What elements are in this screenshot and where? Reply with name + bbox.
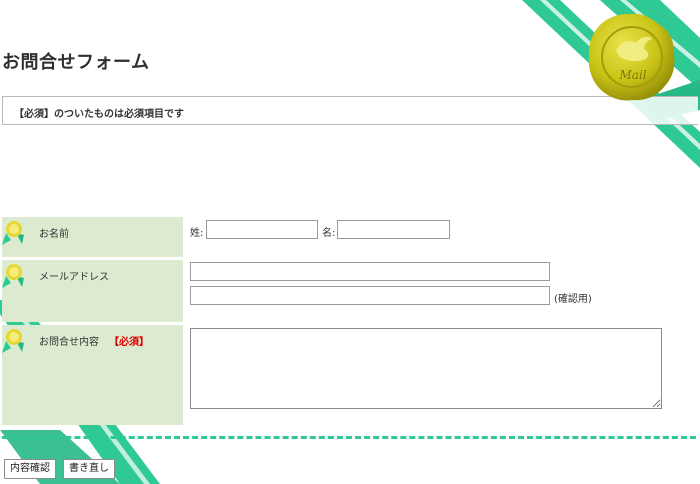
rosette-icon <box>2 329 24 353</box>
label-email: メールアドレス <box>39 272 109 283</box>
rosette-icon <box>2 264 24 288</box>
rosette-icon <box>2 221 24 245</box>
email-input[interactable] <box>190 262 550 281</box>
last-name-label: 姓: <box>190 228 204 239</box>
email-confirm-input[interactable] <box>190 286 550 305</box>
first-name-label: 名: <box>322 228 336 239</box>
form-row-inquiry: お問合せ内容 【必須】 <box>2 325 670 425</box>
first-name-input[interactable] <box>337 220 450 239</box>
row-label-name: お名前 <box>2 217 183 257</box>
label-inquiry-text: お問合せ内容 <box>39 337 99 348</box>
row-label-email: メールアドレス <box>2 260 183 322</box>
required-mark: 【必須】 <box>109 337 149 348</box>
page-title: お問合せフォーム <box>2 52 150 73</box>
label-name: お名前 <box>39 229 69 240</box>
dashed-divider <box>2 436 696 439</box>
reset-button[interactable]: 書き直し <box>63 459 115 479</box>
label-inquiry: お問合せ内容 【必須】 <box>39 333 149 348</box>
mail-wax-seal-icon: Mail <box>588 13 675 101</box>
form-row-email: メールアドレス (確認用) <box>2 260 670 322</box>
required-notice-text: 【必須】のついたものは必須項目です <box>14 109 184 120</box>
inquiry-textarea[interactable] <box>190 328 662 409</box>
email-confirm-note: (確認用) <box>554 294 592 305</box>
form-row-name: お名前 姓: 名: <box>2 217 670 257</box>
row-label-inquiry: お問合せ内容 【必須】 <box>2 325 183 425</box>
confirm-button[interactable]: 内容確認 <box>4 459 56 479</box>
last-name-input[interactable] <box>206 220 318 239</box>
seal-text: Mail <box>618 68 646 82</box>
